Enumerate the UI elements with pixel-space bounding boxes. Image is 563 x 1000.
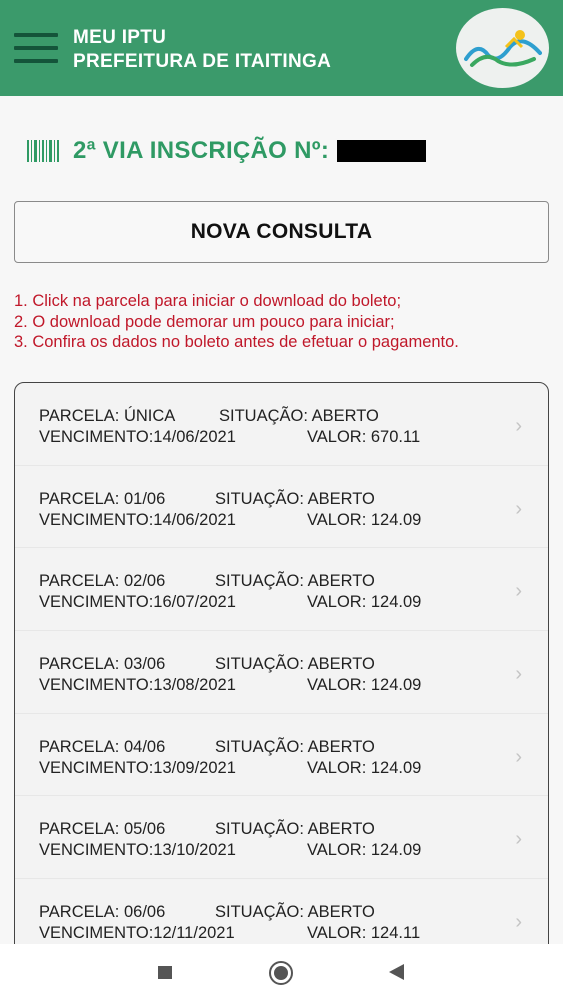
- situacao-label: SITUAÇÃO: ABERTO: [219, 407, 379, 425]
- parcela-label: PARCELA: ÚNICA: [39, 407, 176, 425]
- parcela-label: PARCELA: 02/06: [39, 572, 166, 591]
- app-titles: MEU IPTU PREFEITURA DE ITAITINGA: [73, 26, 331, 74]
- valor-label: VALOR: 670.11: [307, 428, 421, 446]
- recent-apps-icon[interactable]: [158, 966, 172, 979]
- parcela-label: PARCELA: 04/06: [39, 737, 166, 756]
- chevron-right-icon: ›: [515, 828, 522, 851]
- inscricao-header: 2ª VIA INSCRIÇÃO Nº:: [27, 136, 427, 166]
- valor-label: VALOR: 124.09: [307, 676, 422, 695]
- instruction-3: 3. Confira os dados no boleto antes de e…: [14, 333, 459, 351]
- vencimento-label: VENCIMENTO:16/07/2021: [39, 593, 236, 612]
- situacao-label: SITUAÇÃO: ABERTO: [215, 489, 375, 508]
- parcela-label: PARCELA: 05/06: [39, 820, 166, 839]
- parcela-label: PARCELA: 06/06: [39, 903, 166, 922]
- vencimento-label: VENCIMENTO:12/11/2021: [39, 924, 235, 943]
- barcode-icon: [27, 140, 59, 162]
- nova-consulta-button[interactable]: NOVA CONSULTA: [14, 201, 549, 263]
- chevron-right-icon: ›: [515, 497, 522, 520]
- instruction-1: 1. Click na parcela para iniciar o downl…: [14, 292, 402, 310]
- chevron-right-icon: ›: [515, 745, 522, 768]
- inscricao-label: 2ª VIA INSCRIÇÃO Nº:: [73, 137, 330, 164]
- situacao-label: SITUAÇÃO: ABERTO: [215, 820, 375, 839]
- parcela-label: PARCELA: 03/06: [39, 655, 166, 674]
- parcela-item[interactable]: PARCELA: 01/06 SITUAÇÃO: ABERTO VENCIMENT…: [15, 466, 548, 549]
- vencimento-label: VENCIMENTO:13/08/2021: [39, 676, 236, 695]
- parcela-item[interactable]: PARCELA: 04/06 SITUAÇÃO: ABERTO VENCIMENT…: [15, 714, 548, 797]
- app-subtitle: PREFEITURA DE ITAITINGA: [73, 51, 332, 72]
- valor-label: VALOR: 124.09: [307, 758, 422, 777]
- redacted-inscricao-number: [337, 140, 427, 162]
- menu-icon[interactable]: [14, 33, 58, 63]
- system-nav-bar: [0, 944, 563, 1000]
- vencimento-label: VENCIMENTO:13/10/2021: [39, 841, 236, 860]
- valor-label: VALOR: 124.11: [307, 924, 421, 943]
- parcela-item[interactable]: PARCELA: 05/06 SITUAÇÃO: ABERTO VENCIMENT…: [15, 796, 548, 880]
- instructions: 1. Click na parcela para iniciar o downl…: [14, 291, 549, 353]
- vencimento-label: VENCIMENTO:13/09/2021: [39, 758, 236, 777]
- chevron-right-icon: ›: [515, 911, 522, 934]
- back-icon[interactable]: [389, 964, 404, 980]
- app-bar: MEU IPTU PREFEITURA DE ITAITINGA: [0, 0, 563, 96]
- situacao-label: SITUAÇÃO: ABERTO: [215, 903, 375, 922]
- chevron-right-icon: ›: [515, 415, 522, 437]
- parcela-label: PARCELA: 01/06: [39, 489, 166, 508]
- app-title: MEU IPTU: [73, 27, 167, 48]
- situacao-label: SITUAÇÃO: ABERTO: [215, 655, 375, 674]
- valor-label: VALOR: 124.09: [307, 841, 422, 860]
- chevron-right-icon: ›: [515, 580, 522, 603]
- municipality-logo: [456, 8, 549, 88]
- vencimento-label: VENCIMENTO:14/06/2021: [39, 428, 236, 446]
- valor-label: VALOR: 124.09: [307, 510, 422, 529]
- situacao-label: SITUAÇÃO: ABERTO: [215, 737, 375, 756]
- parcela-item[interactable]: PARCELA: 03/06 SITUAÇÃO: ABERTO VENCIMENT…: [15, 631, 548, 714]
- valor-label: VALOR: 124.09: [307, 593, 422, 612]
- situacao-label: SITUAÇÃO: ABERTO: [215, 572, 375, 591]
- vencimento-label: VENCIMENTO:14/06/2021: [39, 510, 236, 529]
- parcelas-list: PARCELA: ÚNICA SITUAÇÃO: ABERTO VENCIMENT…: [14, 382, 549, 982]
- chevron-right-icon: ›: [515, 663, 522, 686]
- home-icon[interactable]: [269, 961, 293, 985]
- parcela-item[interactable]: PARCELA: 02/06 SITUAÇÃO: ABERTO VENCIMENT…: [15, 548, 548, 632]
- instruction-2: 2. O download pode demorar um pouco para…: [14, 312, 395, 331]
- parcela-item[interactable]: PARCELA: ÚNICA SITUAÇÃO: ABERTO VENCIMENT…: [15, 383, 548, 466]
